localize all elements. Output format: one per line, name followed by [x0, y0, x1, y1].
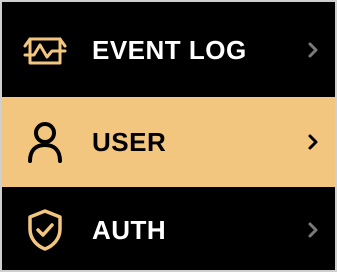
menu-panel: EVENT LOG USER AUTH — [0, 0, 337, 272]
menu-item-label: AUTH — [92, 214, 167, 245]
menu-item-auth[interactable]: AUTH — [2, 187, 335, 270]
shield-check-icon — [20, 205, 70, 255]
user-icon — [20, 117, 70, 167]
menu-item-event-log[interactable]: EVENT LOG — [2, 2, 335, 97]
chevron-right-icon — [305, 130, 321, 154]
menu-item-label: USER — [92, 127, 167, 157]
chevron-right-icon — [305, 38, 321, 62]
activity-chart-icon — [20, 25, 70, 75]
chevron-right-icon — [305, 218, 321, 242]
menu-item-user[interactable]: USER — [2, 97, 335, 187]
menu-item-label: EVENT LOG — [92, 34, 247, 65]
